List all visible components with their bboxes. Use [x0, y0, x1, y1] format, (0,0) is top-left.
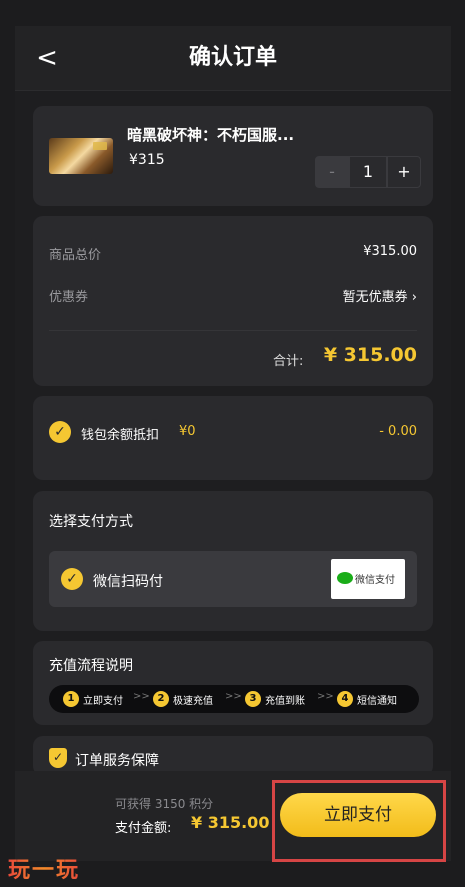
- shield-check-icon: ✓: [49, 748, 67, 768]
- service-guarantee-card: ✓ 订单服务保障: [33, 736, 433, 776]
- double-chevron-right-icon: >>: [317, 691, 334, 702]
- highlight-annotation: [272, 780, 446, 862]
- page-title: 确认订单: [188, 45, 277, 70]
- coupon-selector[interactable]: 暂无优惠券 ›: [343, 286, 417, 305]
- goods-total-value: ¥315.00: [363, 244, 417, 259]
- double-chevron-right-icon: >>: [133, 691, 150, 702]
- quantity-value[interactable]: 1: [349, 156, 387, 188]
- sum-value: ¥ 315.00: [323, 344, 417, 366]
- decrease-quantity-button[interactable]: -: [315, 156, 349, 188]
- divider: [49, 330, 417, 331]
- increase-quantity-button[interactable]: +: [387, 156, 421, 188]
- wechat-pay-logo-text: 微信支付: [355, 575, 395, 586]
- product-price: ¥315: [129, 152, 165, 168]
- step-number: 1: [63, 691, 79, 707]
- wallet-deduction: - 0.00: [379, 424, 417, 439]
- product-thumbnail: [49, 138, 113, 174]
- product-name: 暗黑破坏神：不朽国服...: [127, 126, 295, 144]
- points-reward-text: 可获得 3150 积分: [115, 797, 214, 811]
- app-screen: < 确认订单 暗黑破坏神：不朽国服... ¥315 - 1 + 商品总价 ¥31…: [15, 26, 451, 861]
- wallet-card: ✓ 钱包余额抵扣 ¥0 - 0.00: [33, 396, 433, 480]
- check-icon: ✓: [54, 424, 66, 440]
- pay-amount-label: 支付金额:: [115, 821, 172, 836]
- price-summary-card: 商品总价 ¥315.00 优惠券 暂无优惠券 › 合计: ¥ 315.00: [33, 216, 433, 386]
- wechat-icon: [337, 572, 353, 584]
- wallet-balance: ¥0: [179, 424, 196, 439]
- page: < 确认订单 暗黑破坏神：不朽国服... ¥315 - 1 + 商品总价 ¥31…: [0, 0, 465, 887]
- flow-section-title: 充值流程说明: [49, 658, 133, 674]
- quantity-stepper: - 1 +: [315, 156, 423, 188]
- step-label: 充值到账: [265, 696, 305, 707]
- check-icon: ✓: [66, 571, 78, 587]
- double-chevron-right-icon: >>: [225, 691, 242, 702]
- pay-amount-value: ¥ 315.00: [191, 813, 270, 832]
- step-label: 短信通知: [357, 696, 397, 707]
- payment-option-label: 微信扫码付: [93, 574, 163, 590]
- flow-steps-bar: 1 立即支付 >> 2 极速充值 >> 3 充值到账 >> 4 短信通知: [49, 685, 419, 713]
- wallet-label: 钱包余额抵扣: [81, 428, 160, 443]
- step-number: 4: [337, 691, 353, 707]
- wallet-checkbox[interactable]: ✓: [49, 421, 71, 443]
- step-number: 3: [245, 691, 261, 707]
- payment-method-card: 选择支付方式 ✓ 微信扫码付 微信支付: [33, 491, 433, 631]
- watermark-logo: 玩一玩: [8, 852, 80, 884]
- product-card: 暗黑破坏神：不朽国服... ¥315 - 1 +: [33, 106, 433, 206]
- recharge-flow-card: 充值流程说明 1 立即支付 >> 2 极速充值 >> 3 充值到账 >> 4 短…: [33, 641, 433, 725]
- step-label: 立即支付: [83, 696, 123, 707]
- wechat-pay-logo: 微信支付: [331, 559, 405, 599]
- step-label: 极速充值: [173, 696, 213, 707]
- coupon-label: 优惠券: [49, 290, 89, 305]
- header-bar: < 确认订单: [15, 26, 451, 91]
- payment-section-title: 选择支付方式: [49, 514, 133, 530]
- sum-label: 合计:: [273, 354, 304, 369]
- wechat-pay-option[interactable]: ✓ 微信扫码付 微信支付: [49, 551, 417, 607]
- payment-checkbox[interactable]: ✓: [61, 568, 83, 590]
- goods-total-label: 商品总价: [49, 248, 102, 263]
- step-number: 2: [153, 691, 169, 707]
- guarantee-title: 订单服务保障: [75, 753, 159, 769]
